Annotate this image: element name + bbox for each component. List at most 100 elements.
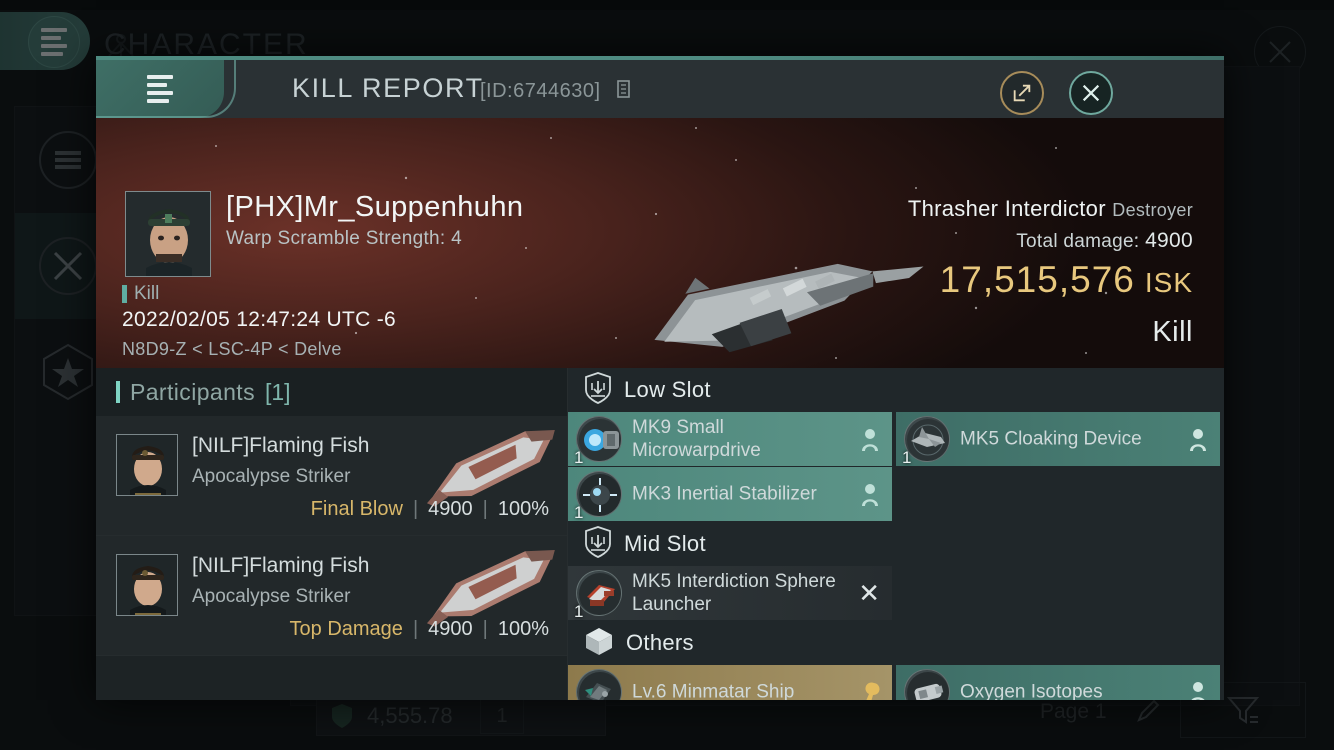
avatar [116, 434, 178, 496]
kill-report-hero: [PHX]Mr_Suppenhuhn Warp Scramble Strengt… [96, 118, 1224, 368]
module-quantity: 1 [902, 448, 912, 467]
star-hexagon-icon [39, 343, 97, 401]
module-item[interactable]: Lv.6 Minmatar Ship [568, 665, 892, 700]
participant-percent: 100% [497, 498, 549, 520]
participant-damage: 4900 [428, 618, 473, 640]
module-item[interactable]: 1 MK5 Cloaking Device [896, 412, 1220, 467]
module-quantity: 1 [574, 448, 584, 467]
participants-header: Participants [1] [96, 368, 567, 416]
module-quantity: 1 [574, 602, 584, 621]
total-damage-label: Total damage: [1016, 231, 1140, 252]
participant-tag: Final Blow [310, 498, 403, 520]
background-footer-stat: 4,555.78 [316, 696, 606, 736]
kill-result: Kill [1152, 316, 1193, 348]
external-link-icon [1013, 84, 1031, 102]
participant-tag: Top Damage [289, 618, 403, 640]
person-icon [1188, 427, 1208, 451]
module-item[interactable]: 1 MK3 Inertial Stabilizer [568, 467, 892, 522]
module-item[interactable]: Oxygen Isotopes [896, 665, 1220, 700]
background-footer-value: 4,555.78 [367, 703, 453, 728]
participant-name: [NILF]Flaming Fish [192, 434, 370, 457]
hamburger-icon[interactable] [28, 16, 80, 68]
avatar [116, 554, 178, 616]
list-icon [39, 131, 97, 189]
module-name: MK5 Interdiction Sphere Launcher [632, 571, 836, 615]
crossed-swords-icon [39, 237, 97, 295]
hamburger-icon [147, 75, 173, 103]
module-slot-empty [896, 467, 1220, 521]
section-accent [116, 381, 120, 403]
module-icon [904, 669, 950, 700]
module-name: Oxygen Isotopes [960, 681, 1103, 701]
module-name: Lv.6 Minmatar Ship [632, 681, 795, 701]
mid-slot-modules: 1 MK5 Interdiction Sphere Launcher ✕ [568, 566, 1224, 621]
module-name: MK5 Cloaking Device [960, 428, 1142, 450]
close-button[interactable] [1069, 71, 1113, 115]
kill-location: N8D9-Z < LSC-4P < Delve [122, 339, 342, 359]
module-item[interactable]: 1 MK5 Interdiction Sphere Launcher ✕ [568, 566, 892, 621]
total-damage-row: Total damage: 4900 [908, 229, 1193, 253]
ship-name: Thrasher Interdictor [907, 196, 1106, 221]
avatar [125, 191, 211, 277]
kill-report-id: [ID:6744630] [480, 80, 601, 102]
participant-ship: Apocalypse Striker [192, 466, 351, 487]
person-icon [1188, 680, 1208, 700]
separator: | [412, 498, 419, 520]
victim-name: [PHX]Mr_Suppenhuhn [226, 191, 524, 223]
participant-name: [NILF]Flaming Fish [192, 554, 370, 577]
module-name: MK3 Inertial Stabilizer [632, 483, 817, 505]
separator: | [412, 618, 419, 640]
close-icon [1269, 41, 1291, 63]
kill-timestamp: 2022/02/05 12:47:24 UTC -6 [122, 308, 396, 331]
shield-icon [331, 703, 353, 729]
person-icon [860, 427, 880, 451]
isk-row: 17,515,576 ISK [908, 259, 1193, 301]
kill-accent-bar [122, 285, 127, 303]
victim-subtitle: Warp Scramble Strength: 4 [226, 228, 462, 249]
participant-ship: Apocalypse Striker [192, 586, 351, 607]
filter-icon [1226, 697, 1260, 724]
ship-line: Thrasher Interdictor Destroyer [908, 196, 1193, 222]
ship-class: Destroyer [1112, 200, 1193, 220]
isk-unit: ISK [1144, 267, 1193, 298]
page-indicator: Page 1 [1040, 700, 1107, 723]
x-icon[interactable]: ✕ [858, 580, 880, 606]
section-header-low-slot: Low Slot [568, 368, 1224, 412]
participant-stats: Final Blow | 4900 | 100% [311, 498, 549, 521]
total-damage-value: 4900 [1145, 229, 1193, 252]
fitting-panel: Low Slot 1 MK9 Small Microwarpdrive 1 MK… [568, 368, 1224, 700]
participant-percent: 100% [497, 618, 549, 640]
module-slot-empty [896, 566, 1220, 620]
low-slot-modules: 1 MK9 Small Microwarpdrive 1 MK5 Cloakin… [568, 412, 1224, 522]
section-title: Others [626, 630, 694, 655]
section-title: Mid Slot [624, 531, 706, 556]
pencil-icon[interactable] [1135, 698, 1161, 724]
share-button[interactable] [1000, 71, 1044, 115]
section-header-others: Others [568, 621, 1224, 665]
close-icon [1082, 84, 1100, 102]
isk-value: 17,515,576 [939, 259, 1135, 300]
participant-stats: Top Damage | 4900 | 100% [290, 618, 549, 641]
copy-icon[interactable] [617, 80, 633, 99]
person-icon [860, 482, 880, 506]
participant-row[interactable]: [NILF]Flaming Fish Apocalypse Striker Fi… [96, 416, 567, 536]
participant-row[interactable]: [NILF]Flaming Fish Apocalypse Striker To… [96, 536, 567, 656]
participants-count: [1] [264, 378, 291, 405]
modal-title-bar: KILL REPORT [ID:6744630] [96, 60, 1224, 118]
kill-tag: Kill [134, 283, 160, 304]
module-item[interactable]: 1 MK9 Small Microwarpdrive [568, 412, 892, 467]
module-quantity: 1 [574, 503, 584, 522]
cube-icon [584, 625, 614, 662]
kill-report-modal: KILL REPORT [ID:6744630] [PHX]Mr_Suppenh… [96, 56, 1224, 700]
background-top-bar [0, 0, 1334, 10]
participant-damage: 4900 [428, 498, 473, 520]
wrench-icon [860, 680, 880, 700]
kill-summary: Thrasher Interdictor Destroyer Total dam… [908, 196, 1193, 301]
modal-title: KILL REPORT [292, 73, 484, 103]
background-qty-box[interactable]: 1 [480, 698, 524, 734]
kill-report-body: Participants [1] [NILF]Flaming Fish Apoc… [96, 368, 1224, 700]
others-modules: Lv.6 Minmatar Ship Oxygen Isotopes [568, 665, 1224, 700]
section-title: Low Slot [624, 377, 711, 402]
modal-menu-button[interactable] [96, 60, 224, 118]
separator: | [482, 498, 488, 520]
